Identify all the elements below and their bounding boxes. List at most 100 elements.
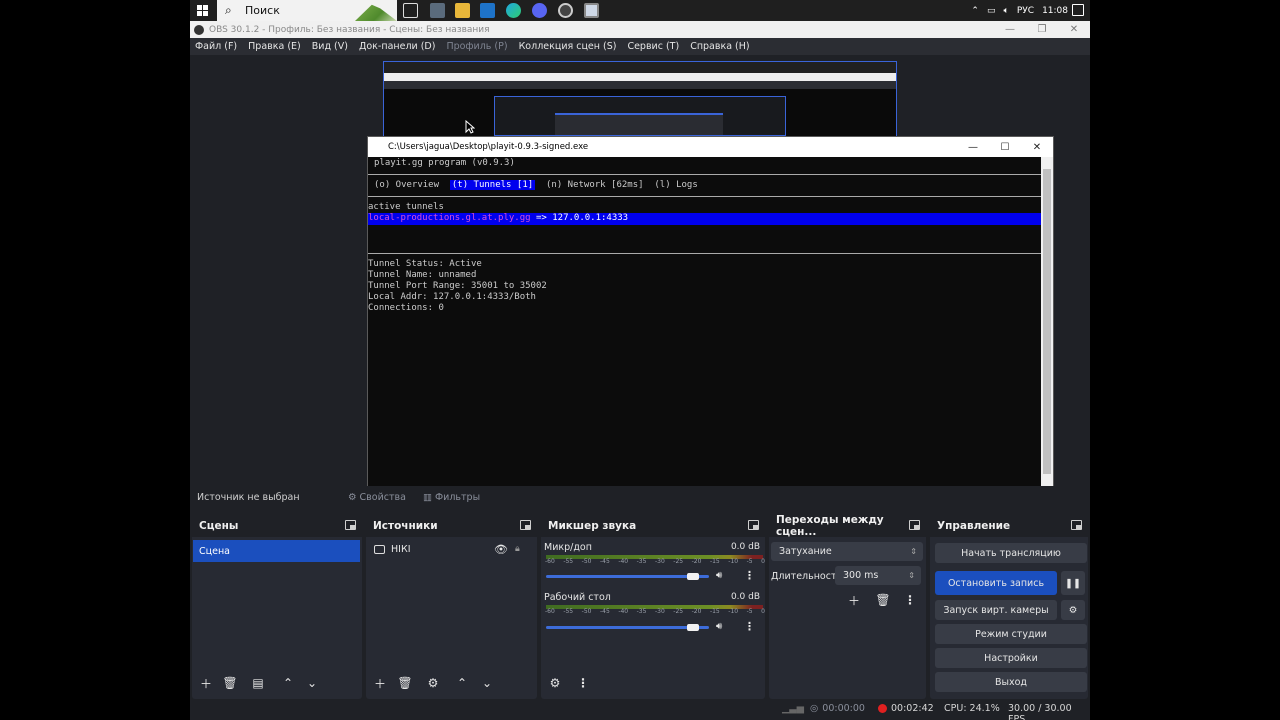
exit-button[interactable]: Выход — [935, 672, 1087, 692]
pause-record-button[interactable]: ❚❚ — [1061, 571, 1085, 595]
stream-status: ◎ 00:00:00 — [810, 703, 865, 714]
transition-select[interactable]: Затухание ⇕ — [771, 542, 923, 561]
remove-transition-button[interactable]: 🗑︎ — [874, 591, 892, 609]
console-minimize-icon[interactable]: — — [957, 137, 989, 157]
controls-dock-header: Управление — [930, 515, 1088, 537]
terminal-icon[interactable] — [584, 3, 599, 18]
obs-window-title: OBS 30.1.2 - Профиль: Без названия - Сце… — [209, 24, 490, 35]
speaker-icon[interactable]: 🔊︎ — [716, 570, 722, 581]
signal-icon: ▁▃▅ — [782, 703, 804, 714]
undock-icon[interactable] — [345, 520, 356, 530]
tunnel-target: => 127.0.0.1:4333 — [530, 213, 629, 223]
source-up-button[interactable]: ⌃ — [453, 674, 471, 692]
gear-icon: ⚙ — [1068, 604, 1078, 616]
start-button[interactable] — [190, 0, 214, 21]
remove-scene-button[interactable]: 🗑︎ — [221, 674, 239, 692]
duration-spinbox[interactable]: 300 ms ⇕ — [835, 566, 921, 585]
add-transition-button[interactable]: ＋ — [845, 591, 863, 609]
edge-icon[interactable] — [506, 3, 521, 18]
playit-console-window[interactable]: C:\Users\jagua\Desktop\playit-0.9.3-sign… — [367, 136, 1054, 492]
source-properties-button[interactable]: ⚙ — [424, 674, 442, 692]
console-tabs: (o) Overview (t) Tunnels [1] (n) Network… — [374, 180, 698, 190]
maximize-icon[interactable]: ❐ — [1026, 21, 1058, 38]
discord-icon[interactable] — [532, 3, 547, 18]
scene-up-button[interactable]: ⌃ — [279, 674, 297, 692]
taskbar-search[interactable]: ⌕ Поиск — [217, 0, 397, 21]
start-virtual-camera-button[interactable]: Запуск вирт. камеры — [935, 600, 1057, 620]
sources-dock: Источники НIКI 👁︎ 🔒︎ ＋ 🗑︎ ⚙ ⌃ ⌄ — [366, 515, 537, 699]
menu-file[interactable]: Файл (F) — [195, 41, 237, 52]
start-stream-button[interactable]: Начать трансляцию — [935, 543, 1087, 563]
scene-item[interactable]: Сцена — [193, 540, 360, 562]
audio-settings-button[interactable]: ⚙ — [546, 674, 564, 692]
mixer-dock-header: Микшер звука — [541, 515, 765, 537]
studio-mode-button[interactable]: Режим студии — [935, 624, 1087, 644]
transition-menu-button[interactable]: ⋮ — [901, 591, 919, 609]
controls-dock: Управление Начать трансляцию Остановить … — [930, 515, 1088, 699]
tab-tunnels[interactable]: (t) Tunnels [1] — [449, 180, 536, 190]
file-explorer-icon[interactable] — [455, 3, 470, 18]
menu-scene-collection[interactable]: Коллекция сцен (S) — [519, 41, 617, 52]
filters-button[interactable]: ▥ Фильтры — [423, 490, 480, 504]
add-scene-button[interactable]: ＋ — [197, 674, 215, 692]
tunnel-host: local-productions.gl.at.ply.gg — [368, 213, 531, 223]
menu-profile[interactable]: Профиль (P) — [446, 41, 507, 52]
scene-down-button[interactable]: ⌄ — [303, 674, 321, 692]
source-item[interactable]: НIКI — [391, 544, 411, 555]
eye-icon[interactable]: 👁︎ — [494, 543, 508, 556]
undock-icon[interactable] — [1071, 520, 1082, 530]
speaker-icon[interactable]: 🔊︎ — [716, 621, 722, 632]
system-tray: ⌃ ▭ 🔈︎ РУС 11:08 — [971, 0, 1068, 21]
sources-dock-header: Источники — [366, 515, 537, 537]
network-icon[interactable]: ▭ — [987, 6, 996, 16]
remove-source-button[interactable]: 🗑︎ — [396, 674, 414, 692]
chevron-up-icon[interactable]: ⌃ — [971, 6, 979, 16]
obs-icon[interactable] — [558, 3, 573, 18]
scene-filters-button[interactable]: ▤ — [249, 674, 267, 692]
tab-logs[interactable]: (l) Logs — [654, 180, 697, 190]
settings-button[interactable]: Настройки — [935, 648, 1087, 668]
console-close-icon[interactable]: ✕ — [1021, 137, 1053, 157]
mixer-menu-button[interactable]: ⋮ — [574, 674, 592, 692]
mail-icon[interactable] — [480, 3, 495, 18]
mixer-title: Микшер звука — [548, 520, 637, 532]
tab-overview[interactable]: (o) Overview — [374, 180, 439, 190]
spin-arrows-icon[interactable]: ⇕ — [908, 571, 915, 580]
menu-help[interactable]: Справка (H) — [690, 41, 749, 52]
add-source-button[interactable]: ＋ — [371, 674, 389, 692]
scenes-dock-header: Сцены — [192, 515, 362, 537]
volume-slider[interactable] — [546, 575, 709, 578]
task-view-icon[interactable] — [403, 3, 418, 18]
menu-docks[interactable]: Док-панели (D) — [359, 41, 435, 52]
console-maximize-icon[interactable]: ☐ — [989, 137, 1021, 157]
tunnel-row[interactable]: local-productions.gl.at.ply.gg => 127.0.… — [368, 213, 1042, 225]
undock-icon[interactable] — [748, 520, 759, 530]
stop-record-button[interactable]: Остановить запись — [935, 571, 1057, 595]
properties-button[interactable]: ⚙ Свойства — [348, 490, 406, 504]
close-icon[interactable]: ✕ — [1058, 21, 1090, 38]
menu-tools[interactable]: Сервис (T) — [627, 41, 679, 52]
notifications-icon[interactable] — [1072, 4, 1084, 16]
volume-slider-handle[interactable] — [686, 573, 699, 580]
virtual-camera-settings-button[interactable]: ⚙ — [1061, 600, 1085, 620]
menu-edit[interactable]: Правка (E) — [248, 41, 301, 52]
mixer-channel-name: Рабочий стол — [544, 592, 611, 603]
source-down-button[interactable]: ⌄ — [478, 674, 496, 692]
more-options-icon[interactable]: ⋮ — [744, 620, 755, 633]
volume-icon[interactable]: 🔈︎ — [1003, 6, 1008, 16]
pause-icon: ❚❚ — [1065, 577, 1081, 589]
tray-language[interactable]: РУС — [1017, 6, 1034, 16]
windows-icon — [196, 5, 208, 16]
volume-slider-handle[interactable] — [686, 624, 699, 631]
tray-clock[interactable]: 11:08 — [1042, 6, 1068, 16]
more-options-icon[interactable]: ⋮ — [744, 569, 755, 582]
minimize-icon[interactable]: — — [994, 21, 1026, 38]
calculator-icon[interactable] — [430, 3, 445, 18]
tab-network[interactable]: (n) Network [62ms] — [546, 180, 644, 190]
undock-icon[interactable] — [909, 520, 920, 530]
lock-icon[interactable]: 🔒︎ — [515, 544, 520, 554]
volume-slider[interactable] — [546, 626, 709, 629]
undock-icon[interactable] — [520, 520, 531, 530]
menu-view[interactable]: Вид (V) — [312, 41, 348, 52]
console-scrollbar[interactable] — [1041, 157, 1053, 492]
